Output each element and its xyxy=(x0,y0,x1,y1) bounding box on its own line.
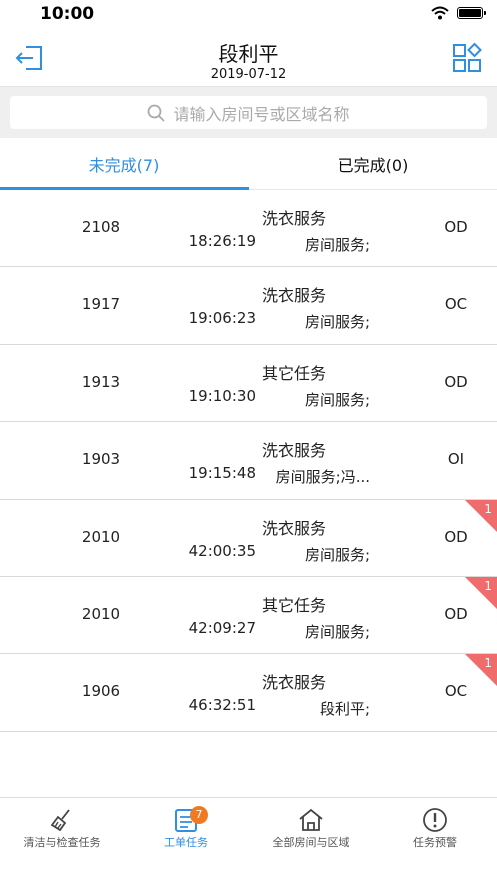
overdue-corner-badge xyxy=(465,499,497,532)
task-type: 洗衣服务 xyxy=(262,209,327,228)
room-status: OD xyxy=(444,218,468,236)
tabbar-label: 清洁与检查任务 xyxy=(23,836,101,849)
tabbar-label: 工单任务 xyxy=(164,836,208,849)
tabbar-item-alerts[interactable]: 任务预警 xyxy=(373,798,497,854)
wifi-icon xyxy=(431,6,449,20)
status-bar: 10:00 xyxy=(0,0,497,30)
tabbar-label: 任务预警 xyxy=(413,836,457,849)
overdue-count: 1 xyxy=(484,656,492,671)
tab-pending[interactable]: 未完成(7) xyxy=(0,138,248,190)
task-description: 房间服务; xyxy=(304,236,370,254)
tabbar-item-cleaning[interactable]: 清洁与检查任务 xyxy=(0,798,124,854)
room-number: 2010 xyxy=(81,604,121,623)
task-row[interactable]: 1913 19:10:30 其它任务 房间服务; OD xyxy=(0,344,497,423)
tabbar-item-work-orders[interactable]: 7 工单任务 xyxy=(124,798,248,854)
elapsed-time: 19:06:23 xyxy=(188,309,256,328)
page-title: 段利平 xyxy=(218,42,279,66)
room-number: 2108 xyxy=(81,218,121,236)
nav-bar: 段利平 2019-07-12 xyxy=(0,30,497,87)
room-status: OI xyxy=(447,450,465,469)
task-description: 房间服务; xyxy=(304,622,370,641)
task-description: 房间服务; xyxy=(304,545,370,564)
elapsed-time: 42:00:35 xyxy=(188,541,256,560)
task-description: 房间服务; xyxy=(304,313,370,332)
room-number: 1906 xyxy=(81,682,121,701)
room-number: 1917 xyxy=(81,295,121,314)
battery-icon xyxy=(457,7,486,19)
tab-bar: 未完成(7) 已完成(0) xyxy=(0,138,497,190)
search-icon xyxy=(148,104,166,122)
overdue-count: 1 xyxy=(484,578,492,593)
alert-icon xyxy=(423,808,447,832)
tab-completed[interactable]: 已完成(0) xyxy=(249,138,497,190)
status-icons xyxy=(431,6,486,20)
overdue-corner-badge xyxy=(465,654,497,687)
status-time: 10:00 xyxy=(40,4,95,24)
tabbar-item-rooms[interactable]: 全部房间与区域 xyxy=(249,798,373,854)
elapsed-time: 19:15:48 xyxy=(188,464,256,483)
room-number: 1913 xyxy=(81,372,121,391)
task-type: 其它任务 xyxy=(262,363,327,383)
task-list: 2108 18:26:19 洗衣服务 房间服务; OD 1917 19:06:2… xyxy=(0,190,497,732)
task-type: 洗衣服务 xyxy=(262,441,327,461)
task-row[interactable]: 2108 18:26:19 洗衣服务 房间服务; OD xyxy=(0,190,497,268)
task-row[interactable]: 1917 19:06:23 洗衣服务 房间服务; OC xyxy=(0,267,497,345)
task-type: 其它任务 xyxy=(262,595,327,615)
page-date: 2019-07-12 xyxy=(210,67,287,82)
task-type: 洗衣服务 xyxy=(262,518,327,538)
elapsed-time: 18:26:19 xyxy=(188,232,256,250)
task-row[interactable]: 2010 42:00:35 洗衣服务 房间服务; OD 1 xyxy=(0,499,497,577)
tabbar-label: 全部房间与区域 xyxy=(272,836,350,849)
elapsed-time: 42:09:27 xyxy=(188,618,256,637)
grid-menu-icon[interactable] xyxy=(451,42,483,74)
task-row[interactable]: 2010 42:09:27 其它任务 房间服务; OD 1 xyxy=(0,576,497,655)
elapsed-time: 19:10:30 xyxy=(188,386,256,405)
elapsed-time: 46:32:51 xyxy=(188,696,256,715)
task-row[interactable]: 1906 46:32:51 洗衣服务 段利平; OC 1 xyxy=(0,654,497,732)
work-order-badge: 7 xyxy=(190,806,208,824)
task-type: 洗衣服务 xyxy=(262,673,327,693)
room-status: OC xyxy=(444,295,468,314)
overdue-corner-badge xyxy=(465,576,497,609)
task-row[interactable]: 1903 19:15:48 洗衣服务 房间服务;冯... OI xyxy=(0,422,497,500)
task-type: 洗衣服务 xyxy=(262,286,327,306)
task-description: 房间服务; xyxy=(304,390,370,409)
room-number: 1903 xyxy=(81,450,121,469)
broom-icon xyxy=(50,809,70,832)
room-status: OD xyxy=(444,372,468,391)
overdue-count: 1 xyxy=(484,501,492,516)
bottom-tab-bar: 清洁与检查任务 7 工单任务 全部房间与区域 任务预警 xyxy=(0,797,497,883)
home-icon xyxy=(299,808,323,831)
room-number: 2010 xyxy=(81,527,121,546)
search-bar: 请输入房间号或区域名称 xyxy=(0,87,497,138)
task-description: 房间服务;冯... xyxy=(275,468,370,487)
search-placeholder: 请输入房间号或区域名称 xyxy=(173,104,350,124)
task-description: 段利平; xyxy=(319,700,370,719)
search-input[interactable]: 请输入房间号或区域名称 xyxy=(10,96,487,129)
